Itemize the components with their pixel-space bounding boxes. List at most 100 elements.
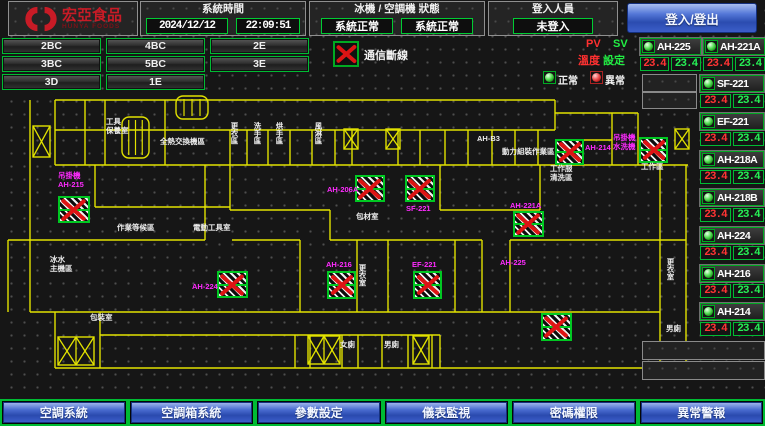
unit-status-led: [702, 305, 715, 318]
nav-button[interactable]: 異常警報: [641, 402, 763, 423]
floor-button-2bc[interactable]: 2BC: [2, 38, 101, 54]
nav-cell: 儀表監視: [383, 399, 511, 426]
login-user-value: 未登入: [513, 18, 593, 34]
plan-label: 全熱交換機區: [160, 138, 205, 147]
machine-status-label: 冰機 / 空調機 狀態: [354, 2, 439, 16]
floor-button-5bc[interactable]: 5BC: [106, 56, 205, 72]
unit-pv-value: 23.4: [700, 284, 731, 298]
nav-button[interactable]: 參數設定: [258, 402, 380, 423]
nav-cell: 密碼權限: [510, 399, 638, 426]
floor-button-3e[interactable]: 3E: [210, 56, 309, 72]
plan-label: 更衣室: [666, 258, 675, 281]
unit-pv-value: 23.4: [700, 208, 731, 222]
plan-label: 吊掛機 水洗機: [613, 134, 636, 151]
plan-label: 包材室: [356, 213, 379, 222]
plan-label: AH-225: [500, 259, 526, 268]
floor-button-2e[interactable]: 2E: [210, 38, 309, 54]
unit-pv-value: 23.4: [700, 170, 731, 184]
plan-label: SF-221: [406, 205, 431, 214]
chiller-status-value: 系統正常: [321, 18, 393, 34]
nav-button[interactable]: 密碼權限: [513, 402, 635, 423]
floor-button-3d[interactable]: 3D: [2, 74, 101, 90]
unit-row-ah-218b[interactable]: AH-218B: [700, 189, 764, 206]
ahu-unit-icon[interactable]: [405, 175, 435, 202]
login-panel: 登入人員 未登入: [488, 1, 618, 36]
unit-sv-value: 23.4: [671, 57, 701, 71]
unit-row-ah-221a[interactable]: AH-221A: [703, 38, 765, 55]
unit-name: AH-214: [717, 306, 750, 318]
unit-row-ah-224[interactable]: AH-224: [700, 227, 764, 244]
ahu-unit-icon[interactable]: [639, 137, 668, 163]
plan-label: AH-221A: [510, 202, 541, 211]
logo-mark-icon: [24, 5, 58, 33]
unit-name: AH-216: [717, 268, 750, 280]
unit-name: AH-218B: [717, 192, 757, 204]
floor-button-1e[interactable]: 1E: [106, 74, 205, 90]
ahu-unit-icon[interactable]: [555, 139, 584, 165]
nav-button[interactable]: 空調箱系統: [131, 402, 253, 423]
plan-label: EF-221: [412, 261, 437, 270]
unit-status-led: [702, 115, 715, 128]
plan-label: 更衣區: [230, 122, 239, 145]
plan-label: 工具 保養室: [106, 118, 129, 135]
plan-label: AH-216: [326, 261, 352, 270]
plan-label: 吊掛機 AH-215: [58, 172, 84, 189]
setpoint-header: 設定: [603, 52, 625, 68]
ahu-unit-icon[interactable]: [541, 313, 572, 341]
plan-label: 女廁: [340, 341, 355, 350]
unit-sv-value: 23.4: [733, 94, 764, 108]
plan-label: AH-224: [192, 283, 218, 292]
unit-pv-value: 23.4: [700, 246, 731, 260]
unit-row-ah-216[interactable]: AH-216: [700, 265, 764, 282]
plan-label: 男廁: [384, 341, 399, 350]
ahu-unit-icon[interactable]: [513, 211, 544, 237]
plan-label: AH-B3: [477, 135, 500, 144]
unit-status-led: [702, 191, 715, 204]
empty-panel: [642, 341, 765, 360]
plan-label: 風淋區: [314, 122, 323, 145]
unit-sv-value: 23.4: [733, 170, 764, 184]
plan-label: 作業等候區: [117, 224, 155, 233]
floor-button-3bc[interactable]: 3BC: [2, 56, 101, 72]
plan-label: AH-214: [585, 144, 611, 153]
login-logout-button[interactable]: 登入/登出: [627, 3, 757, 33]
unit-row-sf-221[interactable]: SF-221: [700, 75, 764, 92]
unit-row-ah-225[interactable]: AH-225: [640, 38, 701, 55]
unit-name: AH-224: [717, 230, 750, 242]
ahu-unit-icon[interactable]: [217, 271, 248, 298]
ahu-unit-icon[interactable]: [327, 271, 356, 299]
ahu-unit-icon[interactable]: [413, 271, 442, 299]
floor-buttons: 2BC 4BC 2E 3BC 5BC 3E 3D 1E: [2, 38, 314, 90]
nav-button[interactable]: 空調系統: [3, 402, 125, 423]
plan-label: 冰水 主機區: [50, 256, 73, 273]
unit-sv-value: 23.4: [733, 132, 764, 146]
unit-row-ah-214[interactable]: AH-214: [700, 303, 764, 320]
hmi-screen: 吊掛機 AH-215AH-206ASF-221AH-214吊掛機 水洗機AH-2…: [0, 0, 765, 426]
unit-status-led: [702, 267, 715, 280]
plan-label: 工作區: [641, 163, 664, 172]
unit-row-ef-221[interactable]: EF-221: [700, 113, 764, 130]
unit-name: AH-218A: [717, 154, 757, 166]
plan-label: 更衣室: [358, 264, 367, 287]
bottom-nav: 空調系統空調箱系統參數設定儀表監視密碼權限異常警報: [0, 399, 765, 426]
abnormal-led-icon: [590, 71, 603, 84]
pv-header: PV: [586, 38, 601, 50]
system-date-value: 2024/12/12: [146, 18, 228, 34]
ahu-unit-icon[interactable]: [355, 175, 385, 202]
ahu-unit-icon[interactable]: [58, 196, 90, 223]
unit-sv-value: 23.4: [733, 322, 764, 336]
plan-label: 動力組裝作業區: [502, 148, 555, 157]
unit-pv-value: 23.4: [700, 132, 731, 146]
plan-label: 洗手區: [253, 122, 262, 145]
unit-pv-value: 23.4: [700, 322, 731, 336]
nav-cell: 空調系統: [0, 399, 128, 426]
nav-button[interactable]: 儀表監視: [386, 402, 508, 423]
comm-loss-label: 通信斷線: [364, 47, 408, 63]
floor-button-4bc[interactable]: 4BC: [106, 38, 205, 54]
sv-header: SV: [613, 38, 628, 50]
machine-status-panel: 冰機 / 空調機 狀態 系統正常 系統正常: [309, 1, 485, 36]
empty-panel: [642, 74, 697, 92]
unit-status-led: [705, 40, 718, 53]
company-logo: 宏亞食品 HUNYA FOODS: [24, 2, 122, 35]
unit-row-ah-218a[interactable]: AH-218A: [700, 151, 764, 168]
